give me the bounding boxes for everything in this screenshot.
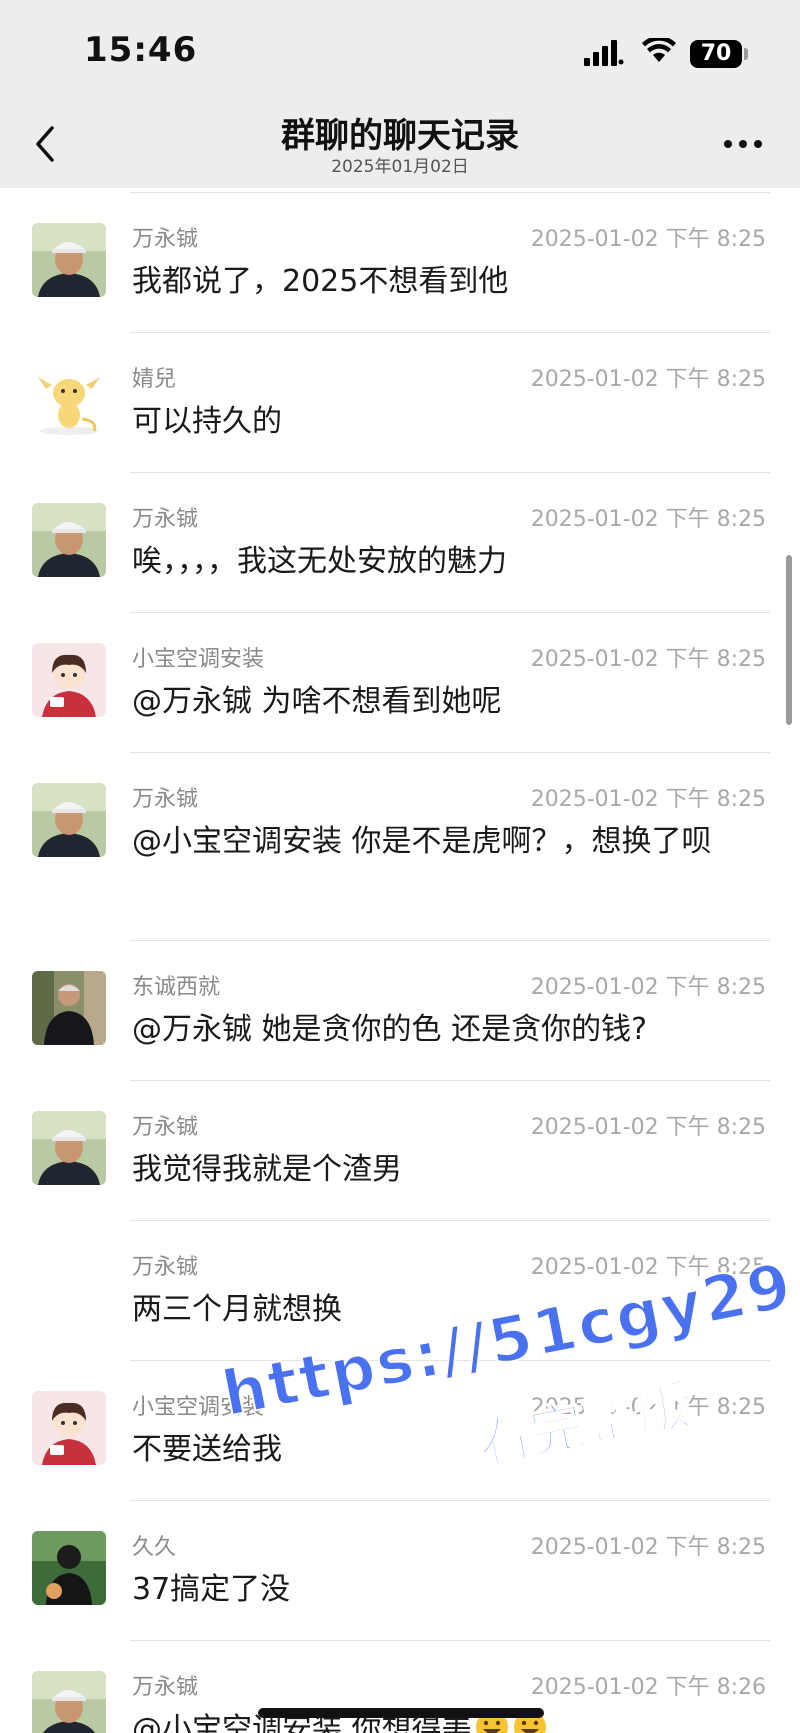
header-bar: 群聊的聊天记录 2025年01月02日: [0, 100, 800, 188]
chat-history-page: 15:46 70 群聊的聊天记录 2025年01月02日 万永铖 2025-01…: [0, 0, 800, 1733]
message-row[interactable]: 万永铖 2025-01-02 下午 8:25 @小宝空调安装 你是不是虎啊？，想…: [0, 753, 800, 941]
message-time: 2025-01-02 下午 8:25: [530, 507, 766, 532]
sender-name: 万永铖: [132, 1675, 199, 1700]
message-time: 2025-01-02 下午 8:25: [530, 975, 766, 1000]
page-subtitle: 2025年01月02日: [331, 157, 469, 177]
message-row[interactable]: 万永铖 2025-01-02 下午 8:26 @小宝空调安装 你想得美: [0, 1641, 800, 1733]
message-row[interactable]: 万永铖 2025-01-02 下午 8:25 我觉得我就是个渣男: [0, 1081, 800, 1221]
avatar[interactable]: [32, 1531, 106, 1605]
message-text: @万永铖 为啥不想看到她呢: [132, 684, 502, 719]
message-text: 两三个月就想换: [132, 1292, 342, 1327]
message-text: 不要送给我: [132, 1432, 282, 1467]
message-row[interactable]: 万永铖 2025-01-02 下午 8:25 两三个月就想换: [0, 1221, 800, 1361]
message-text: @万永铖 她是贪你的色 还是贪你的钱?: [132, 1012, 647, 1047]
message-time: 2025-01-02 下午 8:25: [530, 367, 766, 392]
more-dots-icon[interactable]: [722, 136, 764, 155]
message-text: 我都说了，2025不想看到他: [132, 264, 509, 299]
battery-cap: [744, 48, 748, 60]
sender-name: 久久: [132, 1535, 177, 1560]
avatar[interactable]: [32, 223, 106, 297]
sender-name: 万永铖: [132, 227, 199, 252]
avatar[interactable]: [32, 503, 106, 577]
home-indicator[interactable]: [258, 1708, 544, 1718]
status-time: 15:46: [84, 30, 198, 70]
avatar[interactable]: [32, 783, 106, 857]
message-text: 唉，，，，我这无处安放的魅力: [132, 544, 507, 579]
message-time: 2025-01-02 下午 8:26: [530, 1675, 766, 1700]
avatar[interactable]: [32, 363, 106, 437]
sender-name: 万永铖: [132, 787, 199, 812]
message-text: 可以持久的: [132, 404, 282, 439]
message-row[interactable]: 万永铖 2025-01-02 下午 8:25 我都说了，2025不想看到他: [0, 193, 800, 333]
sender-name: 万永铖: [132, 1115, 199, 1140]
message-text: 37搞定了没: [132, 1572, 291, 1607]
message-row[interactable]: 小宝空调安装 2025-01-02 下午 8:25 @万永铖 为啥不想看到她呢: [0, 613, 800, 753]
message-time: 2025-01-02 下午 8:25: [530, 647, 766, 672]
message-text: 我觉得我就是个渣男: [132, 1152, 402, 1187]
message-row[interactable]: 小宝空调安装 2025-01-02 下午 8:25 不要送给我: [0, 1361, 800, 1501]
avatar[interactable]: [32, 1391, 106, 1465]
message-text: @小宝空调安装 你是不是虎啊？，想换了呗: [132, 824, 712, 859]
message-row[interactable]: 东诚西就 2025-01-02 下午 8:25 @万永铖 她是贪你的色 还是贪你…: [0, 941, 800, 1081]
message-row[interactable]: 婧兒 2025-01-02 下午 8:25 可以持久的: [0, 333, 800, 473]
sender-name: 婧兒: [132, 367, 177, 392]
scrollbar[interactable]: [786, 555, 792, 725]
sender-name: 万永铖: [132, 507, 199, 532]
battery-icon: 70: [690, 40, 742, 68]
message-time: 2025-01-02 下午 8:25: [530, 1535, 766, 1560]
message-row[interactable]: 万永铖 2025-01-02 下午 8:25 唉，，，，我这无处安放的魅力: [0, 473, 800, 613]
avatar[interactable]: [32, 1671, 106, 1733]
message-time: 2025-01-02 下午 8:25: [530, 787, 766, 812]
message-time: 2025-01-02 下午 8:25: [530, 227, 766, 252]
message-time: 2025-01-02 下午 8:25: [530, 1115, 766, 1140]
message-time: 2025-01-02 下午 8:25: [530, 1395, 766, 1420]
message-row[interactable]: 久久 2025-01-02 下午 8:25 37搞定了没: [0, 1501, 800, 1641]
avatar[interactable]: [32, 971, 106, 1045]
sender-name: 万永铖: [132, 1255, 199, 1280]
message-time: 2025-01-02 下午 8:25: [530, 1255, 766, 1280]
sender-name: 小宝空调安装: [132, 1395, 265, 1420]
wifi-icon: [642, 35, 676, 68]
page-title: 群聊的聊天记录: [281, 116, 519, 156]
avatar[interactable]: [32, 643, 106, 717]
status-bar: 15:46 70: [0, 0, 800, 100]
sender-name: 小宝空调安装: [132, 647, 265, 672]
signal-icon: [584, 40, 624, 70]
avatar[interactable]: [32, 1111, 106, 1185]
sender-name: 东诚西就: [132, 975, 221, 1000]
